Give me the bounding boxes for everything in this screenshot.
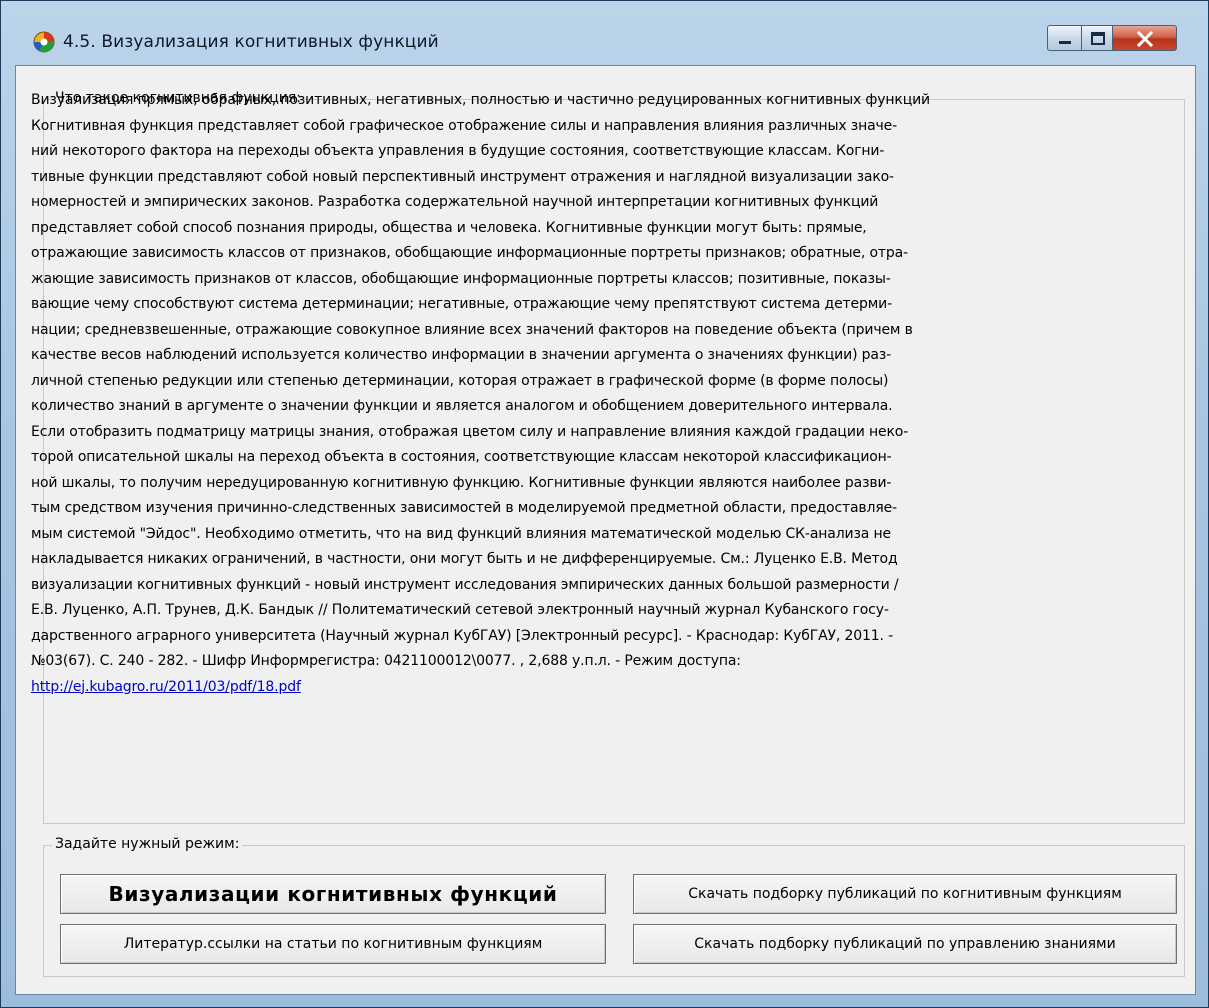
description-line: личной степенью редукции или степенью де… [31, 372, 889, 389]
description-line: визуализации когнитивных функций - новый… [31, 576, 899, 593]
client-area: Что такое когнитивная функция: Визуализа… [15, 65, 1196, 995]
description-line: тым средством изучения причинно-следстве… [31, 500, 897, 516]
close-button[interactable] [1113, 25, 1177, 51]
description-text: Визуализация прямых, обратных, позитивны… [31, 88, 1191, 700]
description-line: тивные функции представляют собой новый … [31, 168, 894, 185]
description-line: ний некоторого фактора на переходы объек… [31, 143, 885, 159]
description-line: вающие чему способствуют система детерми… [31, 296, 893, 312]
description-line: дарственного аграрного университета (Нау… [31, 627, 894, 644]
window-title: 4.5. Визуализация когнитивных функций [63, 32, 439, 52]
description-line: Когнитивная функция представляет собой г… [31, 117, 897, 134]
description-line: номерностей и эмпирических законов. Разр… [31, 194, 879, 210]
link-line: http://ej.kubagro.ru/2011/03/pdf/18.pdf [31, 675, 1191, 701]
description-line: представляет собой способ познания приро… [31, 219, 867, 236]
minimize-icon [1059, 41, 1071, 44]
description-line: Если отобразить подматрицу матрицы знани… [31, 423, 909, 440]
description-line: ной шкалы, то получим нередуцированную к… [31, 474, 892, 491]
app-logo-icon [33, 31, 55, 53]
description-line: №03(67). С. 240 - 282. - Шифр Информреги… [31, 653, 741, 669]
close-icon [1136, 30, 1154, 48]
description-line: количество знаний в аргументе о значении… [31, 398, 893, 414]
description-line: Визуализация прямых, обратных, позитивны… [31, 92, 930, 108]
title-bar[interactable]: 4.5. Визуализация когнитивных функций [1, 1, 1208, 65]
minimize-button[interactable] [1047, 25, 1081, 51]
description-line: торой описательной шкалы на переход объе… [31, 449, 892, 465]
article-link[interactable]: http://ej.kubagro.ru/2011/03/pdf/18.pdf [31, 679, 301, 695]
literature-references-button[interactable]: Литератур.ссылки на статьи по когнитивны… [60, 924, 606, 964]
description-line: Е.В. Луценко, А.П. Трунев, Д.К. Бандык /… [31, 602, 889, 618]
download-cognitive-publications-button[interactable]: Скачать подборку публикаций по когнитивн… [633, 874, 1177, 914]
mode-group-title: Задайте нужный режим: [52, 836, 243, 852]
description-line: жающие зависимость признаков от классов,… [31, 270, 891, 287]
app-window: 4.5. Визуализация когнитивных функций Чт… [0, 0, 1209, 1008]
description-line: накладывается никаких ограничений, в час… [31, 551, 898, 567]
description-line: качестве весов наблюдений используется к… [31, 347, 892, 363]
download-knowledge-publications-button[interactable]: Скачать подборку публикаций по управлени… [633, 924, 1177, 964]
description-line: мым системой "Эйдос". Необходимо отметит… [31, 525, 891, 542]
maximize-button[interactable] [1081, 25, 1113, 51]
description-line: нации; средневзвешенные, отражающие сово… [31, 321, 913, 338]
description-line: отражающие зависимость классов от призна… [31, 245, 908, 261]
maximize-icon [1091, 32, 1105, 45]
visualize-cognitive-functions-button[interactable]: Визуализации когнитивных функций [60, 874, 606, 914]
